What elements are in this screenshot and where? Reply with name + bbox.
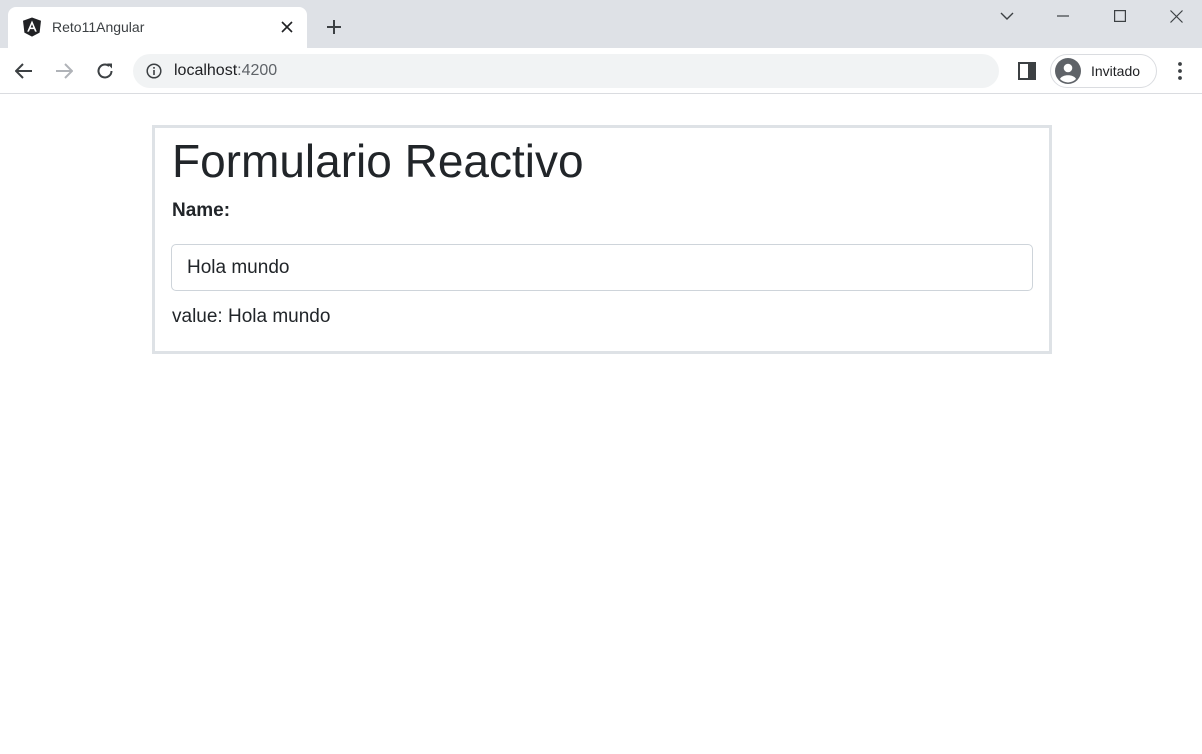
- maximize-icon[interactable]: [1092, 0, 1148, 32]
- name-input[interactable]: [171, 244, 1033, 291]
- angular-icon: [23, 17, 41, 37]
- new-tab-icon[interactable]: [322, 15, 346, 39]
- url-port: :4200: [237, 62, 278, 79]
- more-options-icon[interactable]: [1168, 59, 1192, 83]
- reload-icon[interactable]: [91, 57, 119, 85]
- profile-label: Invitado: [1091, 63, 1141, 79]
- minimize-icon[interactable]: [1035, 0, 1091, 32]
- close-window-icon[interactable]: [1148, 0, 1202, 32]
- tab-title: Reto11Angular: [52, 19, 145, 35]
- forward-arrow-icon[interactable]: [50, 57, 78, 85]
- tab-search-icon[interactable]: [979, 0, 1035, 32]
- avatar-icon: [1055, 58, 1081, 84]
- form-card: Formulario Reactivo Name: value: Hola mu…: [152, 125, 1052, 354]
- address-bar[interactable]: localhost:4200: [133, 54, 999, 88]
- browser-toolbar: localhost:4200 Invitado: [0, 48, 1202, 94]
- back-arrow-icon[interactable]: [10, 57, 38, 85]
- url-text: localhost:4200: [174, 62, 277, 80]
- name-label: Name:: [172, 200, 231, 221]
- side-panel-icon[interactable]: [1015, 59, 1039, 83]
- close-tab-icon[interactable]: [278, 18, 296, 36]
- page-title: Formulario Reactivo: [172, 135, 584, 187]
- url-host: localhost: [174, 62, 238, 79]
- browser-tab[interactable]: Reto11Angular: [8, 7, 307, 48]
- tab-strip: Reto11Angular: [0, 0, 1202, 48]
- value-display: value: Hola mundo: [172, 306, 331, 327]
- info-icon[interactable]: [145, 62, 163, 80]
- profile-button[interactable]: Invitado: [1050, 54, 1157, 88]
